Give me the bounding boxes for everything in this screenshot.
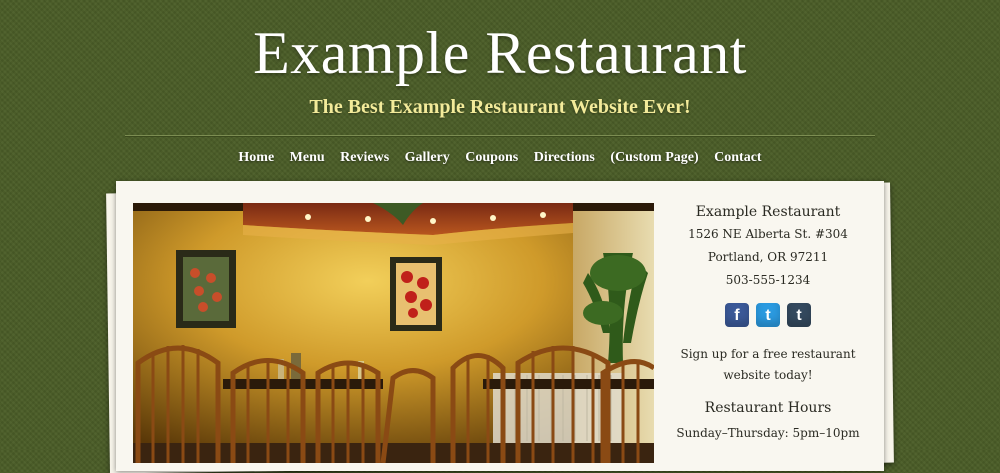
site-tagline: The Best Example Restaurant Website Ever… [309, 96, 691, 118]
nav-item-directions[interactable]: Directions [534, 150, 595, 165]
signup-line-2: website today! [723, 368, 813, 382]
restaurant-photo [133, 203, 654, 463]
phone-number[interactable]: 503-555-1234 [668, 269, 868, 292]
hours-line: Sunday–Thursday: 5pm–10pm [676, 426, 860, 440]
site-title[interactable]: Example Restaurant [0, 18, 1000, 88]
nav-item-gallery[interactable]: Gallery [405, 150, 450, 165]
signup-line-1: Sign up for a free restaurant [680, 347, 856, 361]
nav-item-coupons[interactable]: Coupons [465, 150, 518, 165]
nav-item-home[interactable]: Home [238, 150, 274, 165]
header-divider [125, 135, 875, 137]
hours-heading: Restaurant Hours [704, 400, 832, 416]
restaurant-name: Example Restaurant [695, 204, 841, 220]
restaurant-info-sidebar: Example Restaurant 1526 NE Alberta St. #… [668, 200, 868, 444]
address-line-2: Portland, OR 97211 [707, 250, 829, 264]
social-links: f t t [668, 303, 868, 329]
tumblr-icon[interactable]: t [787, 303, 812, 327]
nav-item-menu[interactable]: Menu [290, 150, 325, 165]
signup-link[interactable]: Sign up for a free restaurant website to… [668, 344, 868, 386]
twitter-icon[interactable]: t [756, 303, 780, 327]
nav-item-reviews[interactable]: Reviews [340, 150, 389, 165]
nav-item-contact[interactable]: Contact [714, 150, 761, 165]
main-nav: Home Menu Reviews Gallery Coupons Direct… [0, 150, 1000, 166]
facebook-icon[interactable]: f [724, 303, 749, 327]
address-line-1: 1526 NE Alberta St. #304 [688, 227, 848, 241]
nav-item-custom-page[interactable]: (Custom Page) [610, 150, 698, 165]
